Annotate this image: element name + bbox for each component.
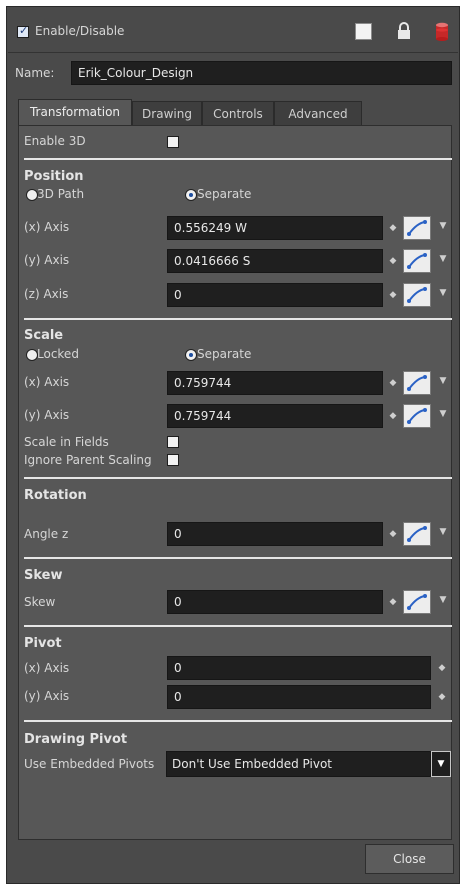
scale-in-fields-label: Scale in Fields — [24, 435, 109, 449]
spinner-icon[interactable]: ◆ — [437, 656, 447, 680]
angle-z-field[interactable]: 0 — [167, 522, 383, 546]
spinner-icon[interactable]: ◆ — [388, 371, 398, 395]
scale-in-fields-checkbox[interactable] — [167, 436, 179, 448]
position-title: Position — [24, 169, 84, 184]
chevron-down-icon[interactable]: ▼ — [438, 247, 448, 271]
pivot-y-label: (y) Axis — [24, 689, 70, 703]
enable-disable-checkbox[interactable] — [17, 24, 29, 38]
scale-locked-label: Locked — [37, 347, 79, 361]
tab-transformation[interactable]: Transformation — [18, 99, 132, 125]
spinner-icon[interactable]: ◆ — [437, 685, 447, 709]
function-curve-icon[interactable] — [403, 249, 431, 273]
function-curve-icon[interactable] — [403, 216, 431, 240]
skew-field[interactable]: 0 — [167, 590, 383, 614]
rotation-title: Rotation — [24, 488, 87, 503]
ignore-parent-scaling-checkbox[interactable] — [167, 454, 179, 466]
spinner-icon[interactable]: ◆ — [388, 404, 398, 428]
position-separate-radio[interactable] — [185, 189, 197, 201]
spinner-icon[interactable]: ◆ — [388, 283, 398, 307]
chevron-down-icon[interactable]: ▼ — [438, 520, 448, 544]
pivot-x-label: (x) Axis — [24, 661, 70, 675]
scale-x-field[interactable]: 0.759744 — [167, 371, 383, 395]
header-divider — [8, 52, 458, 53]
section-divider — [24, 318, 452, 320]
scale-x-label: (x) Axis — [24, 375, 70, 389]
scale-separate-radio[interactable] — [185, 349, 197, 361]
ignore-parent-scaling-label: Ignore Parent Scaling — [24, 453, 152, 467]
section-divider — [24, 720, 452, 722]
skew-title: Skew — [24, 568, 63, 583]
function-curve-icon[interactable] — [403, 522, 431, 546]
position-x-label: (x) Axis — [24, 220, 70, 234]
function-curve-icon[interactable] — [403, 590, 431, 614]
database-icon[interactable] — [433, 22, 451, 42]
use-embedded-pivots-label: Use Embedded Pivots — [24, 757, 155, 771]
function-curve-icon[interactable] — [403, 404, 431, 428]
chevron-down-icon[interactable]: ▼ — [438, 214, 448, 238]
chevron-down-icon[interactable]: ▼ — [438, 369, 448, 393]
drawing-pivot-title: Drawing Pivot — [24, 732, 128, 747]
pivot-title: Pivot — [24, 636, 62, 651]
chevron-down-icon[interactable]: ▼ — [438, 588, 448, 612]
tab-advanced[interactable]: Advanced — [274, 101, 362, 125]
tab-drawing[interactable]: Drawing — [132, 101, 202, 125]
position-3dpath-label: 3D Path — [37, 187, 85, 201]
name-field[interactable]: Erik_Colour_Design — [71, 61, 452, 85]
position-separate-label: Separate — [197, 187, 252, 201]
position-z-label: (z) Axis — [24, 287, 69, 301]
section-divider — [24, 158, 452, 160]
position-x-field[interactable]: 0.556249 W — [167, 216, 383, 240]
pivot-x-field[interactable]: 0 — [167, 656, 431, 680]
layer-color-swatch-icon[interactable] — [355, 23, 372, 40]
name-label: Name: — [15, 66, 55, 80]
function-curve-icon[interactable] — [403, 283, 431, 307]
enable-3d-checkbox[interactable] — [167, 136, 179, 148]
close-button[interactable]: Close — [365, 844, 454, 874]
skew-label: Skew — [24, 595, 56, 609]
chevron-down-icon[interactable]: ▼ — [438, 402, 448, 426]
enable-disable-label: Enable/Disable — [35, 24, 125, 38]
embedded-pivot-select[interactable]: Don't Use Embedded Pivot — [166, 751, 431, 777]
section-divider — [24, 625, 452, 627]
scale-y-label: (y) Axis — [24, 408, 70, 422]
position-y-label: (y) Axis — [24, 253, 70, 267]
section-divider — [24, 557, 452, 559]
angle-z-label: Angle z — [24, 527, 69, 541]
spinner-icon[interactable]: ◆ — [388, 216, 398, 240]
chevron-down-icon[interactable]: ▼ — [431, 751, 451, 777]
tab-controls[interactable]: Controls — [202, 101, 274, 125]
chevron-down-icon[interactable]: ▼ — [438, 281, 448, 305]
lock-icon[interactable] — [396, 21, 412, 41]
spinner-icon[interactable]: ◆ — [388, 522, 398, 546]
function-curve-icon[interactable] — [403, 371, 431, 395]
enable-3d-label: Enable 3D — [24, 134, 86, 148]
scale-separate-label: Separate — [197, 347, 252, 361]
spinner-icon[interactable]: ◆ — [388, 590, 398, 614]
scale-y-field[interactable]: 0.759744 — [167, 404, 383, 428]
scale-title: Scale — [24, 328, 64, 343]
spinner-icon[interactable]: ◆ — [388, 249, 398, 273]
position-z-field[interactable]: 0 — [167, 283, 383, 307]
position-y-field[interactable]: 0.0416666 S — [167, 249, 383, 273]
pivot-y-field[interactable]: 0 — [167, 685, 431, 709]
section-divider — [24, 477, 452, 479]
